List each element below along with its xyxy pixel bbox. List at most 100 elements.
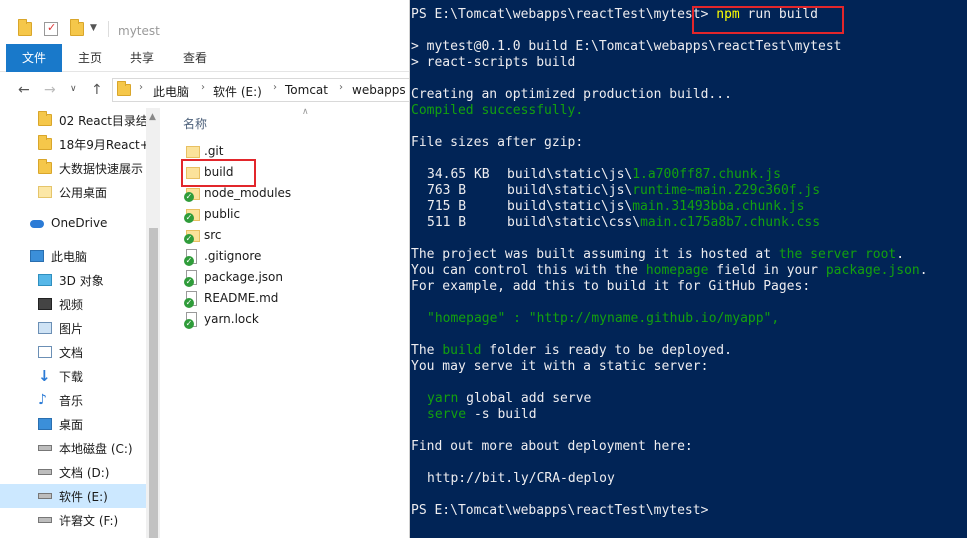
- nav-item-downloads[interactable]: ↓ 下载: [0, 364, 146, 388]
- nav-item-drive-f[interactable]: 许窘文 (F:): [0, 508, 146, 532]
- size-dir: build\static\js\: [507, 183, 633, 198]
- size-file: runtime~main.229c360f.js: [632, 183, 821, 198]
- sync-check-icon: ✓: [184, 298, 194, 308]
- nav-item-onedrive[interactable]: OneDrive: [0, 212, 146, 236]
- file-row-src[interactable]: ✓ src: [180, 225, 380, 246]
- nav-item-documents[interactable]: 文档: [0, 340, 146, 364]
- drive-icon: [38, 445, 52, 451]
- nav-item-videos[interactable]: 视频: [0, 292, 146, 316]
- up-arrow-icon[interactable]: ↑: [91, 82, 103, 98]
- nav-item-drive-e[interactable]: 软件 (E:): [0, 484, 146, 508]
- size-value: 511 B: [427, 215, 467, 230]
- homepage-line: "homepage" : "http://myname.github.io/my…: [427, 311, 780, 326]
- control-line: You can control this with the homepage f…: [411, 263, 928, 279]
- folder-icon: [38, 186, 52, 198]
- size-row: 511 B build\static\css\main.c175a8b7.chun…: [427, 215, 820, 231]
- nav-item-label: 本地磁盘 (C:): [59, 442, 133, 456]
- nav-item-label: 文档 (D:): [59, 466, 110, 480]
- file-name: README.md: [204, 291, 279, 305]
- script-line-2: > react-scripts build: [411, 55, 576, 70]
- nav-item-public-desktop[interactable]: 公用桌面: [0, 180, 146, 204]
- nav-item-label: 视频: [59, 298, 84, 312]
- ribbon-tabs: 文件 主页 共享 查看: [0, 44, 409, 72]
- nav-item-pictures[interactable]: 图片: [0, 316, 146, 340]
- nav-item-react-sep[interactable]: 18年9月React+: [0, 132, 150, 156]
- text-highlight: the server root: [778, 247, 897, 262]
- nav-item-music[interactable]: ♪ 音乐: [0, 388, 146, 412]
- nav-item-label: 18年9月React+: [59, 138, 150, 152]
- music-icon: ♪: [38, 392, 47, 408]
- new-folder-icon[interactable]: [70, 19, 84, 36]
- file-icon: ✓: [184, 270, 197, 287]
- chevron-right-icon[interactable]: ›: [339, 82, 343, 93]
- folder-icon: [38, 159, 52, 174]
- cube-icon: [38, 274, 52, 286]
- file-icon: ✓: [184, 312, 197, 329]
- nav-item-bigdata[interactable]: 大数据快速展示: [0, 156, 146, 180]
- nav-item-label: 图片: [59, 322, 84, 336]
- file-row-public[interactable]: ✓ public: [180, 204, 380, 225]
- serve-static-line: You may serve it with a static server:: [411, 359, 709, 374]
- forward-arrow-icon[interactable]: →: [44, 82, 56, 98]
- divider: [108, 21, 109, 37]
- prompt-text: PS E:\Tomcat\webapps\reactTest\mytest>: [411, 7, 709, 22]
- folder-icon: [38, 111, 52, 126]
- breadcrumb-webapps[interactable]: webapps: [352, 83, 406, 97]
- nav-item-3d-objects[interactable]: 3D 对象: [0, 268, 146, 292]
- text-highlight: build: [442, 343, 482, 358]
- video-icon: [38, 298, 52, 310]
- scrollbar-thumb[interactable]: [149, 228, 158, 538]
- nav-item-drive-c[interactable]: 本地磁盘 (C:): [0, 436, 146, 460]
- chevron-right-icon[interactable]: ›: [139, 82, 143, 93]
- size-value: 715 B: [427, 199, 467, 214]
- text: field in your: [708, 263, 826, 278]
- deploy-url[interactable]: http://bit.ly/CRA-deploy: [427, 471, 615, 487]
- file-name: yarn.lock: [204, 312, 259, 326]
- tab-file[interactable]: 文件: [6, 44, 62, 72]
- nav-item-desktop[interactable]: 桌面: [0, 412, 146, 436]
- recent-dropdown-icon[interactable]: ∨: [70, 84, 77, 94]
- powershell-terminal[interactable]: PS E:\Tomcat\webapps\reactTest\mytest> n…: [410, 0, 967, 538]
- folder-icon[interactable]: [18, 19, 32, 36]
- nav-item-this-pc[interactable]: 此电脑: [0, 244, 146, 268]
- hosted-line: The project was built assuming it is hos…: [411, 247, 904, 263]
- sync-check-icon: ✓: [184, 213, 194, 223]
- file-icon: ✓: [184, 291, 197, 308]
- file-row-package-json[interactable]: ✓ package.json: [180, 267, 380, 288]
- tab-view[interactable]: 查看: [175, 44, 215, 72]
- file-name: package.json: [204, 270, 284, 284]
- file-sizes-heading: File sizes after gzip:: [411, 135, 584, 150]
- nav-item-label: 音乐: [59, 394, 84, 408]
- nav-item-label: 文档: [59, 346, 84, 360]
- file-row-readme[interactable]: ✓ README.md: [180, 288, 380, 309]
- prompt-line: PS E:\Tomcat\webapps\reactTest\mytest>: [411, 503, 709, 518]
- column-header-name[interactable]: 名称: [183, 115, 207, 132]
- file-row-gitignore[interactable]: ✓ .gitignore: [180, 246, 380, 267]
- customize-dropdown-icon[interactable]: ▼: [90, 23, 97, 33]
- chevron-right-icon[interactable]: ›: [273, 82, 277, 93]
- size-dir: build\static\js\: [507, 167, 633, 182]
- file-name: src: [204, 228, 222, 242]
- navigation-pane: 02 React目录结 18年9月React+ 大数据快速展示 公用桌面 One…: [0, 108, 150, 538]
- nav-item-react-dir[interactable]: 02 React目录结: [0, 108, 148, 132]
- properties-icon[interactable]: ✓: [44, 21, 58, 36]
- size-row: 34.65 KB build\static\js\1.a700ff87.chunk…: [427, 167, 781, 183]
- nav-item-label: 许窘文 (F:): [59, 514, 119, 528]
- chevron-right-icon[interactable]: ›: [201, 82, 205, 93]
- text: You can control this with the: [411, 263, 646, 278]
- breadcrumb-this-pc[interactable]: 此电脑: [153, 83, 189, 100]
- nav-item-label: 公用桌面: [59, 186, 108, 200]
- size-file: main.c175a8b7.chunk.css: [640, 215, 821, 230]
- script-line-1: > mytest@0.1.0 build E:\Tomcat\webapps\r…: [411, 39, 842, 54]
- tab-share[interactable]: 共享: [122, 44, 162, 72]
- breadcrumb-drive-e[interactable]: 软件 (E:): [213, 83, 262, 100]
- file-row-yarn-lock[interactable]: ✓ yarn.lock: [180, 309, 380, 330]
- breadcrumb-tomcat[interactable]: Tomcat: [285, 83, 328, 97]
- document-icon: [38, 346, 52, 358]
- back-arrow-icon[interactable]: ←: [18, 82, 30, 98]
- nav-item-drive-d[interactable]: 文档 (D:): [0, 460, 146, 484]
- tab-home[interactable]: 主页: [70, 44, 110, 72]
- scroll-up-icon[interactable]: ▲: [149, 112, 156, 122]
- address-bar[interactable]: › 此电脑 › 软件 (E:) › Tomcat › webapps: [112, 78, 409, 102]
- nav-item-label: 02 React目录结: [59, 114, 148, 128]
